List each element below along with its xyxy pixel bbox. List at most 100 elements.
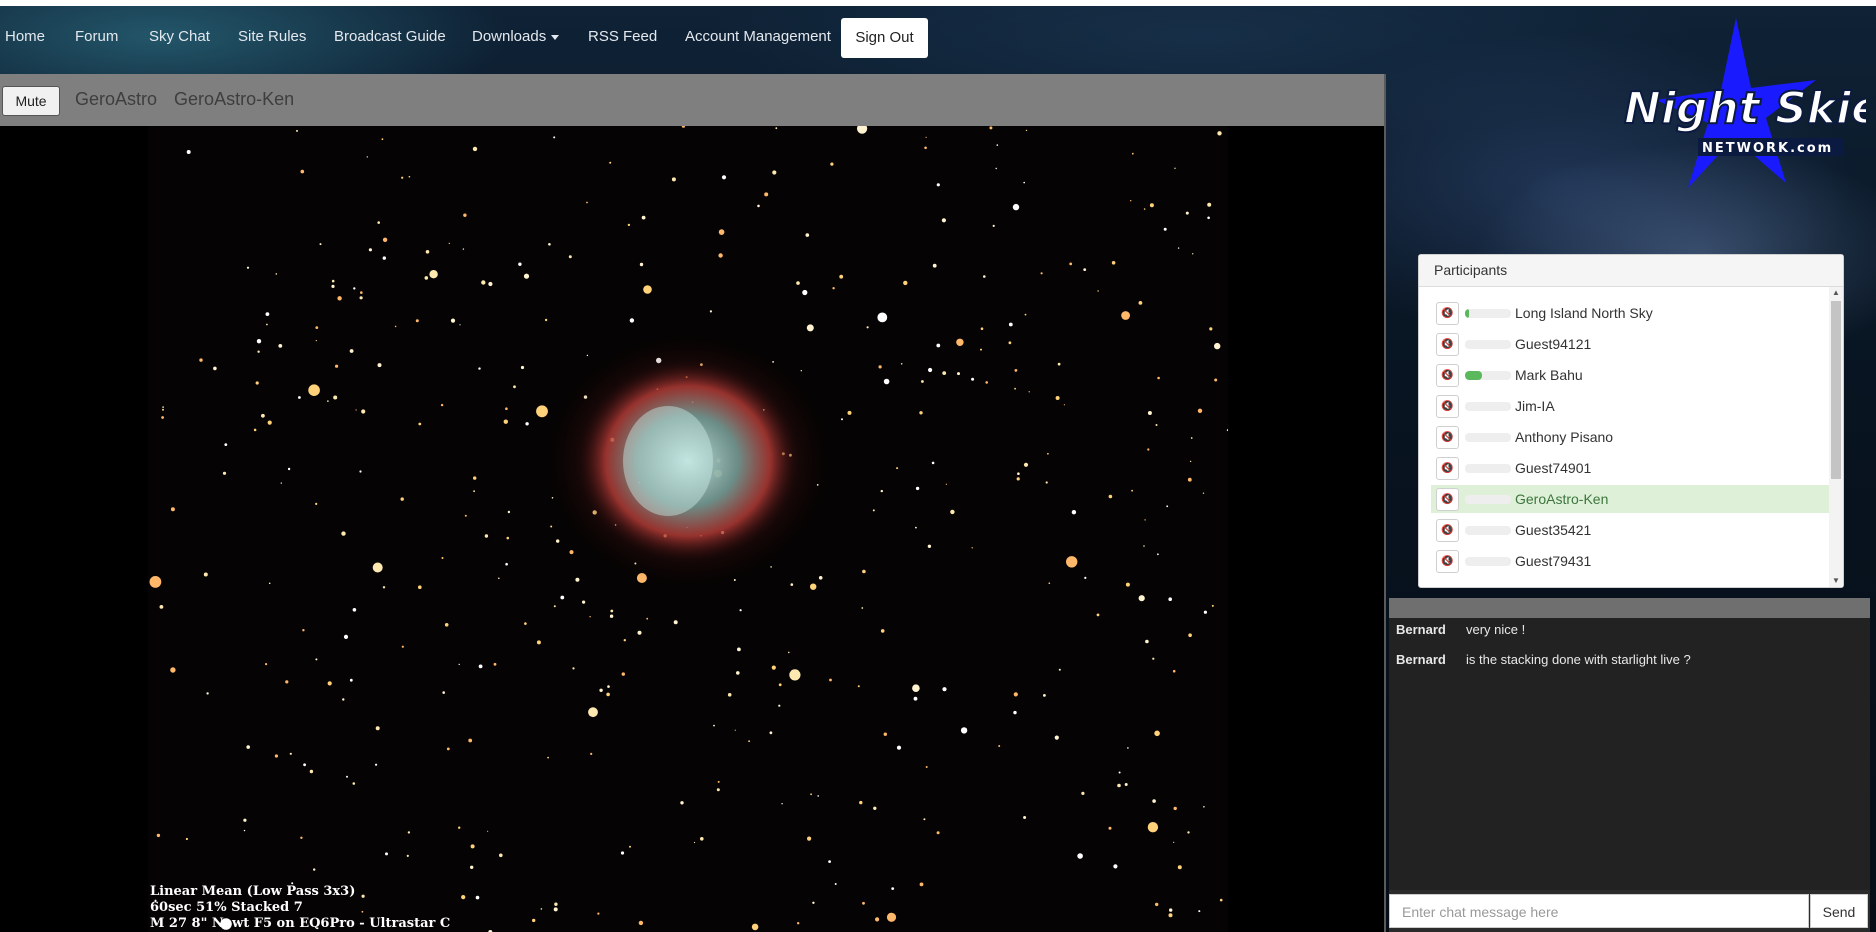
participant-row[interactable]: 🔇 Guest94121 (1431, 330, 1831, 358)
star (788, 651, 790, 654)
star (586, 354, 589, 357)
star (503, 419, 508, 424)
star (1198, 910, 1201, 913)
star (643, 285, 652, 294)
star (1177, 247, 1180, 249)
participant-row[interactable]: 🔇 GeroAstro-Ken (1431, 485, 1831, 513)
nav-sky-chat[interactable]: Sky Chat (149, 28, 210, 45)
mute-button[interactable]: Mute (2, 86, 60, 116)
volume-mute-icon[interactable]: 🔇 (1436, 550, 1459, 573)
star (739, 609, 742, 612)
star (956, 338, 964, 346)
star (315, 326, 319, 329)
star (1219, 898, 1223, 902)
star (915, 486, 920, 491)
participant-row[interactable]: 🔇 Guest35421 (1431, 516, 1831, 544)
scroll-thumb[interactable] (1831, 301, 1841, 479)
live-sky-image: Linear Mean (Low Pass 3x3) 60sec 51% Sta… (148, 126, 1228, 932)
star (942, 371, 947, 375)
star (875, 917, 880, 922)
star (285, 680, 289, 684)
star (556, 539, 560, 543)
star (569, 550, 574, 555)
star (544, 318, 548, 322)
nav-broadcast-guide[interactable]: Broadcast Guide (334, 28, 446, 45)
chat-message-input[interactable]: Enter chat message here (1389, 894, 1809, 928)
star (1172, 669, 1176, 673)
star (828, 860, 831, 863)
nav-rss-feed[interactable]: RSS Feed (588, 28, 657, 45)
star (778, 683, 782, 687)
star (957, 372, 960, 376)
star (721, 175, 727, 180)
volume-mute-icon[interactable]: 🔇 (1436, 488, 1459, 511)
star (162, 408, 164, 411)
chat-messages: Bernard very nice ! Bernard is the stackin… (1389, 618, 1870, 890)
scroll-up-icon[interactable]: ▲ (1829, 287, 1843, 299)
star (484, 534, 489, 538)
star (700, 837, 704, 841)
send-button[interactable]: Send (1810, 894, 1868, 928)
volume-mute-icon[interactable]: 🔇 (1436, 426, 1459, 449)
star (1147, 448, 1150, 451)
star (772, 170, 777, 175)
sign-out-button[interactable]: Sign Out (841, 18, 928, 58)
volume-mute-icon[interactable]: 🔇 (1436, 395, 1459, 418)
star (149, 576, 162, 588)
star (353, 287, 356, 290)
star (523, 273, 530, 279)
star (213, 366, 217, 371)
star (361, 409, 366, 414)
star (554, 902, 558, 906)
star (985, 381, 988, 384)
nav-forum[interactable]: Forum (75, 28, 118, 45)
nav-downloads[interactable]: Downloads (472, 28, 560, 45)
star (629, 318, 635, 323)
participant-row[interactable]: 🔇 Guest79431 (1431, 547, 1831, 575)
participants-scrollbar[interactable]: ▲ ▼ (1829, 287, 1843, 587)
star (992, 224, 995, 227)
star (407, 831, 411, 834)
participant-row[interactable]: 🔇 Long Island North Sky (1431, 299, 1831, 327)
star (1008, 322, 1013, 327)
star (1083, 268, 1087, 271)
star (478, 664, 483, 669)
nav-account-management[interactable]: Account Management (685, 28, 831, 45)
star (355, 409, 357, 411)
logo-graphic: Night Skies NETWORK.com (1623, 18, 1876, 188)
volume-mute-icon[interactable]: 🔇 (1436, 519, 1459, 542)
star (268, 582, 271, 585)
star (352, 782, 356, 785)
audio-level-meter (1465, 371, 1511, 380)
chat-panel: Bernard very nice ! Bernard is the stackin… (1389, 598, 1870, 932)
star (931, 461, 935, 465)
participant-name: Guest35421 (1515, 522, 1592, 538)
volume-mute-icon[interactable]: 🔇 (1436, 457, 1459, 480)
participant-row[interactable]: 🔇 Jim-IA (1431, 392, 1831, 420)
star (1024, 313, 1027, 316)
scroll-down-icon[interactable]: ▼ (1829, 575, 1843, 587)
star (464, 514, 467, 517)
star (925, 766, 928, 768)
participant-row[interactable]: 🔇 Guest74901 (1431, 454, 1831, 482)
star (375, 726, 380, 731)
star (1168, 597, 1172, 601)
participant-row[interactable]: 🔇 Anthony Pisano (1431, 423, 1831, 451)
volume-mute-icon[interactable]: 🔇 (1436, 364, 1459, 387)
participant-row[interactable]: 🔇 Mark Bahu (1431, 361, 1831, 389)
star (718, 229, 725, 235)
volume-mute-icon[interactable]: 🔇 (1436, 302, 1459, 325)
star (1117, 783, 1121, 788)
nav-site-rules[interactable]: Site Rules (238, 28, 306, 45)
star (1163, 227, 1167, 231)
star (718, 253, 723, 258)
star (586, 201, 588, 204)
star (337, 296, 342, 301)
volume-mute-icon[interactable]: 🔇 (1436, 333, 1459, 356)
star (1147, 411, 1152, 415)
nav-home[interactable]: Home (5, 28, 45, 45)
star (818, 576, 823, 580)
star (673, 620, 678, 625)
star (796, 281, 800, 285)
star (381, 138, 384, 141)
